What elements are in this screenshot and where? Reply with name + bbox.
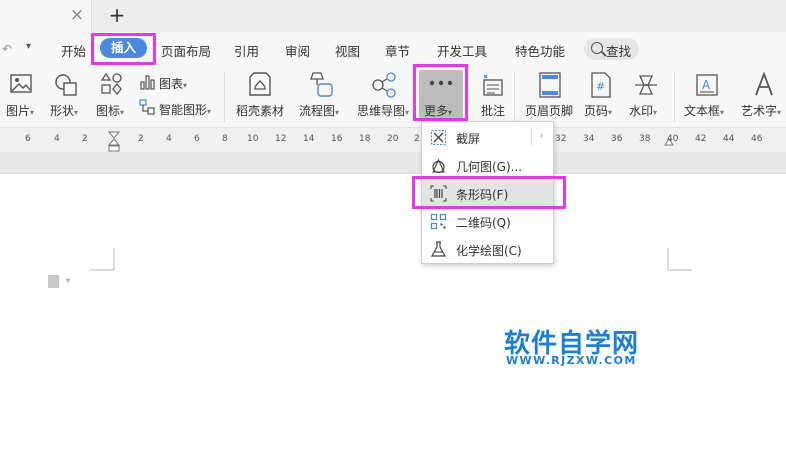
tab-strip: × +: [0, 0, 786, 32]
redo-icon[interactable]: ↶: [2, 42, 12, 56]
new-tab-icon[interactable]: +: [106, 3, 128, 27]
page-margin-mark: [667, 248, 692, 271]
geometry-icon: [432, 158, 445, 174]
menu-item-geometry[interactable]: 几何图(G)...: [422, 152, 553, 178]
ruler-tick: 10: [247, 134, 259, 144]
ribbon-separator: [514, 72, 515, 122]
ruler-tick: 8: [222, 134, 228, 144]
indent-marker-icon[interactable]: [108, 131, 120, 153]
chart-label[interactable]: 图表▾: [159, 75, 187, 92]
screenshot-icon: [430, 129, 447, 146]
search-button[interactable]: 查找: [584, 38, 639, 60]
qrcode-icon: [430, 213, 447, 230]
ruler-tick: 46: [751, 134, 763, 144]
icons-label[interactable]: 图标▾: [96, 102, 124, 119]
ruler-tick: 44: [723, 134, 735, 144]
picture-label[interactable]: 图片▾: [6, 102, 34, 119]
textbox-label[interactable]: 文本框▾: [684, 102, 724, 119]
wordart-label[interactable]: 艺术字▾: [741, 102, 781, 119]
search-icon: [591, 42, 603, 54]
submenu-divider: [531, 128, 532, 146]
ruler-tick: 4: [54, 134, 60, 144]
shapes-icon: [55, 74, 77, 96]
ruler-tick: 6: [25, 134, 31, 144]
header-footer-label[interactable]: 页眉页脚: [525, 102, 573, 119]
menu-review[interactable]: 审阅: [285, 41, 310, 60]
barcode-highlight-box: [412, 176, 566, 209]
shapes-label[interactable]: 形状▾: [50, 102, 78, 119]
menu-item-qrcode[interactable]: 二维码(Q): [422, 208, 553, 234]
paragraph-options-dropdown[interactable]: ▾: [66, 276, 70, 285]
ribbon-separator: [674, 72, 675, 122]
menu-references[interactable]: 引用: [234, 41, 259, 60]
picture-icon: [10, 74, 32, 93]
svg-text:#: #: [596, 80, 605, 93]
mindmap-label[interactable]: 思维导图▾: [357, 102, 409, 119]
watermark-label[interactable]: 水印▾: [629, 102, 657, 119]
ruler-tick: 4: [166, 134, 172, 144]
ruler-band: [0, 152, 786, 174]
material-label[interactable]: 稻壳素材: [236, 102, 284, 119]
menu-developer[interactable]: 开发工具: [437, 41, 487, 60]
comment-label[interactable]: 批注: [481, 102, 505, 119]
ruler-tick: 42: [695, 134, 707, 144]
more-highlight-box: [413, 64, 468, 121]
search-label: 查找: [606, 44, 632, 59]
ribbon-separator: [224, 72, 225, 122]
chart-icon: [140, 75, 155, 90]
document-tab[interactable]: ×: [0, 0, 92, 32]
ruler-tick: 38: [639, 134, 651, 144]
ruler-tick: 36: [611, 134, 623, 144]
ruler-tick: 2: [82, 134, 88, 144]
page-margin-mark: [90, 248, 115, 271]
ruler-tick: 2: [414, 134, 420, 144]
page-number-label[interactable]: 页码▾: [584, 102, 612, 119]
insert-highlight-box: [91, 33, 156, 65]
smartart-label[interactable]: 智能图形▾: [159, 101, 211, 118]
ruler-tick: 40: [667, 134, 679, 144]
ruler-tick: 20: [387, 134, 399, 144]
menu-special[interactable]: 特色功能: [515, 41, 565, 60]
paragraph-options-icon[interactable]: [48, 275, 59, 288]
material-icon: [249, 72, 271, 96]
watermark-icon: [635, 75, 657, 95]
smartart-icon: [139, 99, 155, 115]
icons-icon: [100, 72, 122, 96]
ruler-tick: 32: [555, 134, 567, 144]
svg-text:A: A: [702, 78, 711, 92]
menu-view[interactable]: 视图: [335, 41, 360, 60]
textbox-icon: A: [696, 74, 718, 96]
ruler-tick: 6: [194, 134, 200, 144]
menu-item-screenshot[interactable]: 截屏 ›: [422, 124, 553, 150]
mindmap-icon: [372, 72, 396, 98]
flowchart-label[interactable]: 流程图▾: [299, 102, 339, 119]
ruler-tick: 18: [359, 134, 371, 144]
menu-page-layout[interactable]: 页面布局: [161, 41, 211, 60]
menu-sections[interactable]: 章节: [385, 41, 410, 60]
submenu-arrow-icon[interactable]: ›: [540, 131, 543, 140]
comment-icon: [483, 74, 503, 96]
wordart-icon: [755, 71, 773, 96]
customize-toolbar-icon[interactable]: ▾: [26, 41, 31, 52]
chemistry-icon: [430, 241, 447, 257]
flowchart-icon: [310, 72, 333, 97]
menu-item-chemistry[interactable]: 化学绘图(C): [422, 236, 553, 262]
site-watermark-url: WWW.RJZXW.COM: [506, 354, 637, 367]
header-footer-icon: [539, 72, 561, 98]
menu-home[interactable]: 开始: [61, 41, 86, 60]
page-number-icon: #: [591, 72, 611, 98]
ruler-tick: 12: [275, 134, 287, 144]
close-tab-icon[interactable]: ×: [68, 5, 86, 25]
ruler-tick: 2: [138, 134, 144, 144]
ruler-tick: 34: [583, 134, 595, 144]
ruler-tick: 14: [303, 134, 315, 144]
ruler-tick: 16: [331, 134, 343, 144]
